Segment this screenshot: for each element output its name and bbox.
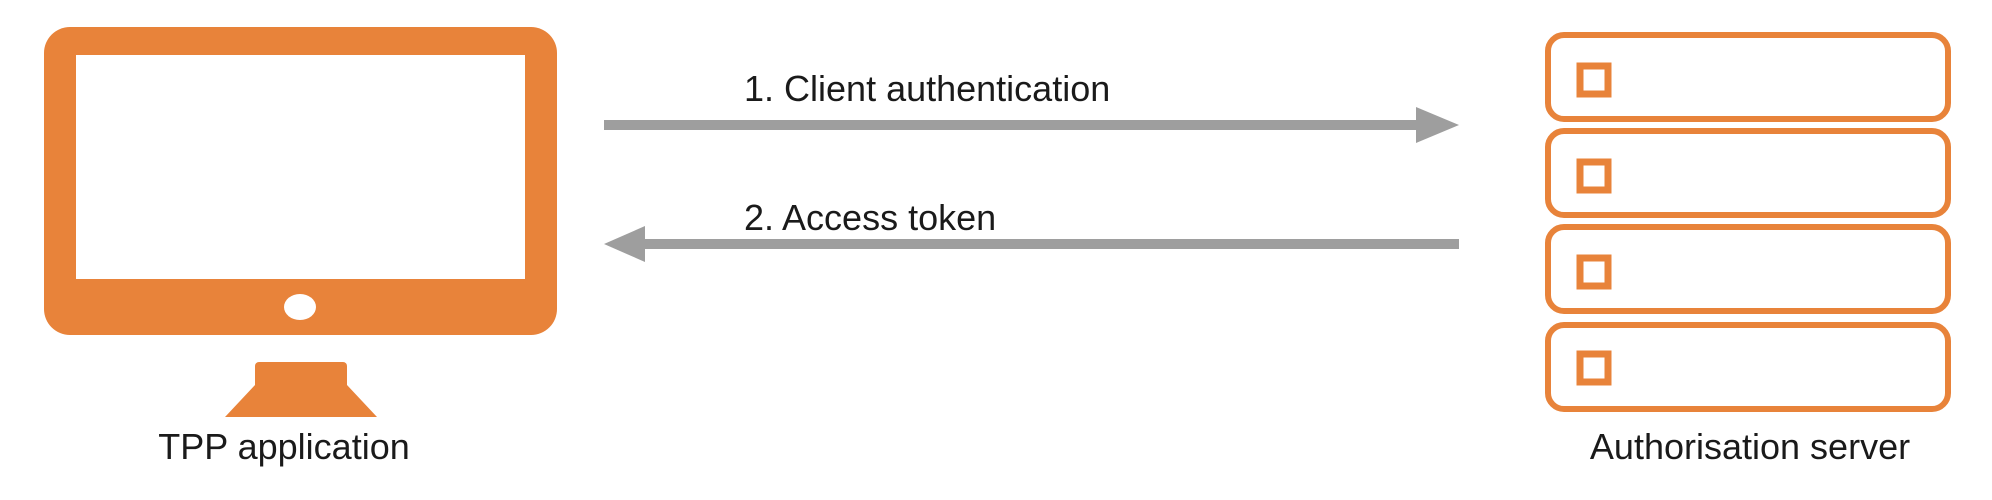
server-unit bbox=[1545, 128, 1951, 218]
diagram-canvas: TPP application 1. Client authentication… bbox=[0, 0, 1992, 500]
server-led-icon bbox=[1576, 254, 1612, 290]
client-auth-arrow bbox=[604, 107, 1459, 143]
access-token-arrow bbox=[604, 226, 1459, 262]
server-unit bbox=[1545, 32, 1951, 122]
access-token-arrowhead bbox=[604, 226, 645, 262]
client-auth-arrowhead bbox=[1416, 107, 1459, 143]
server-rack-icon bbox=[1545, 32, 1951, 412]
oauth-flow-diagram: TPP application 1. Client authentication… bbox=[44, 27, 1951, 467]
server-led-icon bbox=[1576, 350, 1612, 386]
monitor-power-button bbox=[284, 294, 316, 320]
server-led-icon bbox=[1576, 62, 1612, 98]
access-token-label: 2. Access token bbox=[744, 197, 996, 238]
server-led-icon bbox=[1576, 158, 1612, 194]
monitor-screen bbox=[76, 55, 525, 279]
server-unit bbox=[1545, 224, 1951, 314]
client-auth-label: 1. Client authentication bbox=[744, 68, 1110, 109]
client-label: TPP application bbox=[158, 426, 410, 467]
server-label: Authorisation server bbox=[1590, 426, 1910, 467]
server-unit bbox=[1545, 322, 1951, 412]
monitor-stand-base bbox=[225, 385, 377, 417]
desktop-monitor-icon bbox=[44, 27, 557, 417]
